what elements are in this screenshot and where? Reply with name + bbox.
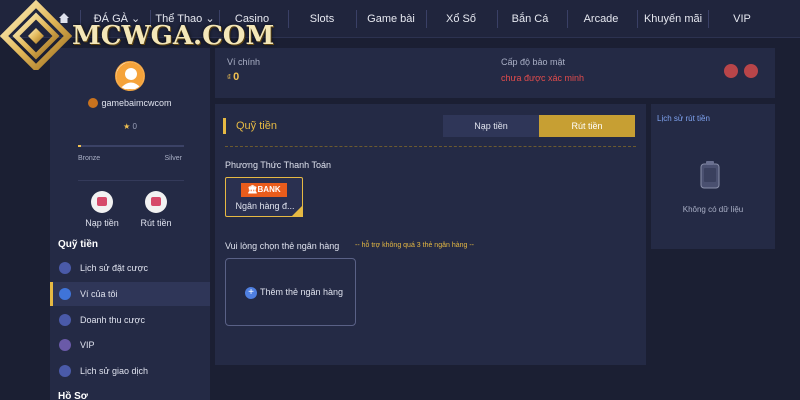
star-icon: ★ (123, 122, 131, 131)
vip-icon (59, 339, 71, 351)
bank-building-icon: 🏛 (247, 185, 258, 194)
nav-divider (426, 10, 427, 28)
username: gamebaimcwcom (50, 98, 210, 108)
user-level-badge-icon (88, 98, 99, 108)
phone-verify-icon[interactable] (744, 64, 758, 78)
rank-current: Bronze (78, 155, 101, 162)
plus-icon: + (245, 287, 257, 299)
nav-item-khuyen-mai[interactable]: Khuyến mãi (638, 0, 708, 38)
brand-logo[interactable]: MCWGA.COM (0, 0, 274, 70)
rank-progress-fill (78, 145, 82, 147)
sidebar-item-vip[interactable]: VIP (50, 333, 210, 357)
funds-title: Quỹ tiền (223, 118, 277, 134)
nav-item-game-bai[interactable]: Game bài (358, 0, 424, 38)
rank-progress-bar (78, 145, 184, 147)
withdraw-icon (145, 191, 167, 213)
add-bank-card-button[interactable]: + Thêm thẻ ngân hàng (225, 258, 356, 326)
bet-history-icon (59, 262, 71, 274)
rank-next: Silver (164, 155, 182, 162)
security-level-label: Cấp độ bảo mật (501, 57, 566, 67)
sidebar-section-title-profile: Hồ Sơ (58, 391, 88, 400)
wallet-icon (59, 288, 71, 300)
nav-item-arcade[interactable]: Arcade (568, 0, 634, 38)
bank-logo-icon: 🏛BANK (241, 183, 287, 197)
selected-check-icon (291, 205, 303, 217)
deposit-icon (91, 191, 113, 213)
withdraw-button[interactable]: Rút tiền (136, 191, 176, 228)
nav-item-vip[interactable]: VIP (708, 0, 776, 38)
sidebar-item-transaction-history[interactable]: Lịch sử giao dịch (50, 359, 210, 383)
nav-item-slots[interactable]: Slots (289, 0, 355, 38)
choose-bank-label: Vui lòng chọn thẻ ngân hàng (225, 241, 340, 251)
main-wallet-balance: ₫ 0 (227, 71, 240, 83)
nav-divider (356, 10, 357, 28)
transaction-history-icon (59, 365, 71, 377)
wallet-summary: Ví chính ₫ 0 Cấp độ bảo mật chưa được xác… (215, 48, 775, 98)
choose-bank-hint: -- hỗ trợ không quá 3 thẻ ngân hàng -- (355, 242, 474, 249)
section-divider (225, 146, 636, 147)
withdraw-history-panel: Lịch sử rút tiền Không có dữ liệu (651, 104, 775, 249)
sidebar-item-bet-turnover[interactable]: Doanh thu cược (50, 308, 210, 332)
nav-item-ban-ca[interactable]: Bắn Cá (497, 0, 563, 38)
add-bank-card-label: Thêm thẻ ngân hàng (260, 287, 344, 297)
no-data-message: Không có dữ liệu (682, 205, 744, 214)
empty-box-icon (700, 161, 720, 189)
logo-text: MCWGA.COM (72, 21, 275, 51)
nav-item-xo-so[interactable]: Xổ Số (428, 0, 494, 38)
sidebar-item-bet-history[interactable]: Lịch sử đặt cược (50, 256, 210, 280)
funds-panel: Quỹ tiền Nạp tiền Rút tiền Phương Thức T… (215, 104, 646, 365)
tab-deposit[interactable]: Nạp tiền (443, 115, 539, 137)
star-count: ★ 0 (123, 122, 137, 131)
sidebar-item-my-wallet[interactable]: Ví của tôi (50, 282, 210, 306)
deposit-button[interactable]: Nạp tiền (82, 191, 122, 228)
withdraw-history-title: Lịch sử rút tiền (657, 114, 710, 123)
funds-tabs: Nạp tiền Rút tiền (443, 115, 635, 137)
turnover-icon (59, 314, 71, 326)
sidebar-section-title: Quỹ tiền (58, 239, 99, 250)
security-level-value: chưa được xác minh (501, 73, 584, 83)
logo-emblem-icon (0, 0, 72, 70)
sidebar-divider (78, 180, 184, 181)
account-sidebar: gamebaimcwcom ★ 0 Bronze Silver Nạp tiền… (50, 48, 210, 400)
email-verify-icon[interactable] (724, 64, 738, 78)
payment-method-label: Phương Thức Thanh Toán (225, 160, 332, 170)
tab-withdraw[interactable]: Rút tiền (539, 115, 635, 137)
bank-method-option[interactable]: 🏛BANK Ngân hàng đ... (225, 177, 303, 217)
